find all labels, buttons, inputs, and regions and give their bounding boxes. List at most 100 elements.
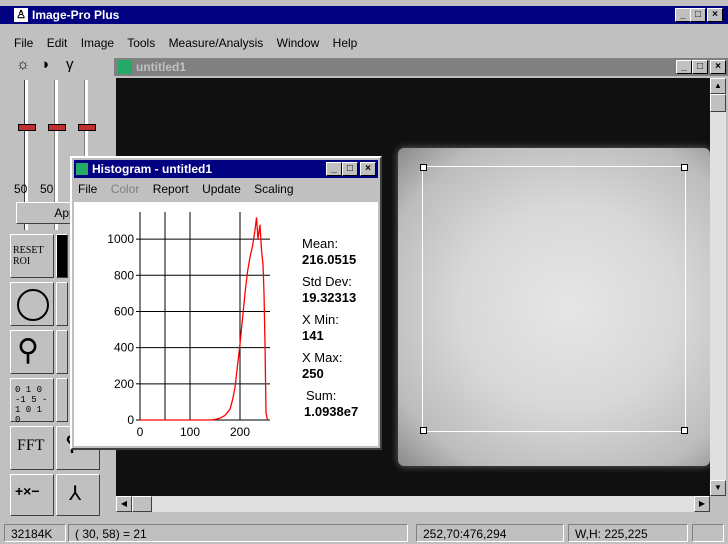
xmax-label: X Max: (302, 350, 343, 365)
xmax-value: 250 (302, 366, 324, 381)
histogram-maximize-button[interactable]: □ (342, 162, 358, 176)
image-maximize-button[interactable]: □ (692, 60, 708, 74)
vertical-scroll-thumb[interactable] (710, 94, 726, 112)
menu-edit[interactable]: Edit (47, 36, 68, 50)
roi-handle[interactable] (681, 164, 688, 171)
y-tick-label: 600 (114, 304, 134, 318)
reset-roi-label: RESET ROI (13, 245, 44, 267)
histogram-window-icon (76, 163, 88, 175)
xmin-label: X Min: (302, 312, 339, 327)
status-pixel-value: ( 30, 58) = 21 (68, 524, 408, 542)
menu-measure[interactable]: Measure/Analysis (169, 36, 264, 50)
y-tick-label: 0 (127, 413, 134, 427)
app-icon: ♙ (14, 8, 28, 22)
horizontal-scroll-thumb[interactable] (132, 496, 152, 512)
menu-window[interactable]: Window (277, 36, 320, 50)
gamma-thumb[interactable] (78, 124, 96, 131)
status-bar: 32184K ( 30, 58) = 21 252,70:476,294 W,H… (0, 522, 728, 544)
menu-help[interactable]: Help (333, 36, 358, 50)
menu-tools[interactable]: Tools (127, 36, 155, 50)
histogram-client: 0 200 400 600 800 1000 0 100 200 Mean: 216.0515 … (74, 202, 378, 446)
zoom-tool-button[interactable]: ⚲ (10, 330, 54, 374)
image-close-button[interactable]: × (710, 60, 726, 74)
tool-button-6[interactable] (56, 330, 68, 374)
fft-button[interactable]: FFT (10, 426, 54, 470)
vertical-scrollbar[interactable]: ▲ ▼ (710, 78, 726, 496)
hist-menu-color: Color (110, 182, 140, 196)
x-tick-label: 100 (180, 425, 200, 439)
math-label: +×− (15, 483, 40, 499)
app-menubar: File Edit Image Tools Measure/Analysis W… (14, 34, 367, 52)
image-window-title: untitled1 (136, 60, 186, 74)
image-window-icon (118, 60, 132, 74)
magnifier-icon: ⚲ (17, 334, 39, 367)
kernel-filter-button[interactable]: 0 1 0 -1 5 -1 0 1 0 (10, 378, 54, 425)
app-title: Image-Pro Plus (32, 8, 120, 22)
tool-button-4[interactable] (56, 282, 68, 326)
minimize-button[interactable]: _ (675, 8, 691, 22)
status-memory: 32184K (4, 524, 66, 542)
main-window: ♙ Image-Pro Plus _ □ × File Edit Image T… (0, 0, 728, 544)
scroll-left-button[interactable]: ◀ (116, 496, 132, 512)
x-tick-label: 0 (137, 425, 144, 439)
histogram-menubar: File Color Report Update Scaling (78, 180, 304, 198)
image-titlebar[interactable]: untitled1 _ □ × (114, 58, 728, 76)
histogram-window: Histogram - untitled1 _ □ × File Color R… (70, 156, 382, 450)
std-value: 19.32313 (302, 290, 357, 305)
math-button[interactable]: +×− (10, 474, 54, 516)
measure-tool-button[interactable]: ⅄ (56, 474, 100, 516)
circle-icon (17, 289, 49, 321)
ellipse-tool-button[interactable] (10, 282, 54, 326)
x-tick-label: 200 (230, 425, 250, 439)
menu-image[interactable]: Image (81, 36, 114, 50)
scroll-down-button[interactable]: ▼ (710, 480, 726, 496)
roi-rectangle[interactable] (420, 164, 688, 434)
y-tick-label: 800 (114, 268, 134, 282)
histogram-title: Histogram - untitled1 (92, 162, 213, 176)
status-extra (692, 524, 724, 542)
hist-menu-report[interactable]: Report (153, 182, 189, 196)
fft-label: FFT (17, 437, 45, 454)
image-minimize-button[interactable]: _ (676, 60, 692, 74)
maximize-button[interactable]: □ (690, 8, 706, 22)
mean-value: 216.0515 (302, 252, 357, 267)
brightness-thumb[interactable] (18, 124, 36, 131)
menu-file[interactable]: File (14, 36, 33, 50)
tool-button-2[interactable] (56, 234, 68, 278)
contrast-value: 50 (40, 182, 54, 196)
brightness-value: 50 (14, 182, 28, 196)
kernel-label: 0 1 0 -1 5 -1 0 1 0 (15, 385, 48, 425)
std-label: Std Dev: (302, 274, 352, 289)
histogram-series-line (140, 217, 269, 421)
y-tick-label: 400 (114, 341, 134, 355)
hist-menu-update[interactable]: Update (202, 182, 241, 196)
roi-handle[interactable] (681, 427, 688, 434)
tool-button-8[interactable] (56, 378, 68, 422)
y-tick-label: 1000 (107, 232, 134, 246)
hist-menu-file[interactable]: File (78, 182, 97, 196)
brightness-icon: ☼ (16, 56, 30, 73)
histogram-chart: 0 200 400 600 800 1000 0 100 200 (107, 212, 270, 439)
app-titlebar[interactable]: ♙ Image-Pro Plus _ □ × (0, 6, 728, 24)
hist-menu-scaling[interactable]: Scaling (254, 182, 293, 196)
contrast-thumb[interactable] (48, 124, 66, 131)
reset-roi-button[interactable]: RESET ROI (10, 234, 54, 278)
horizontal-scrollbar[interactable]: ◀ ▶ (116, 496, 710, 512)
scroll-right-button[interactable]: ▶ (694, 496, 710, 512)
sum-value: 1.0938e7 (304, 404, 359, 419)
close-button[interactable]: × (707, 8, 723, 22)
gamma-icon: γ (66, 56, 74, 73)
histogram-minimize-button[interactable]: _ (326, 162, 342, 176)
xmin-value: 141 (302, 328, 324, 343)
sum-label: Sum: (306, 388, 337, 403)
histogram-titlebar[interactable]: Histogram - untitled1 _ □ × (74, 160, 378, 178)
histogram-close-button[interactable]: × (360, 162, 376, 176)
contrast-icon: ◑ (40, 56, 50, 73)
scroll-up-button[interactable]: ▲ (710, 78, 726, 94)
status-roi-coords: 252,70:476,294 (416, 524, 564, 542)
status-roi-size: W,H: 225,225 (568, 524, 688, 542)
caliper-icon: ⅄ (69, 483, 82, 505)
y-tick-label: 200 (114, 377, 134, 391)
roi-handle[interactable] (420, 427, 427, 434)
roi-handle[interactable] (420, 164, 427, 171)
